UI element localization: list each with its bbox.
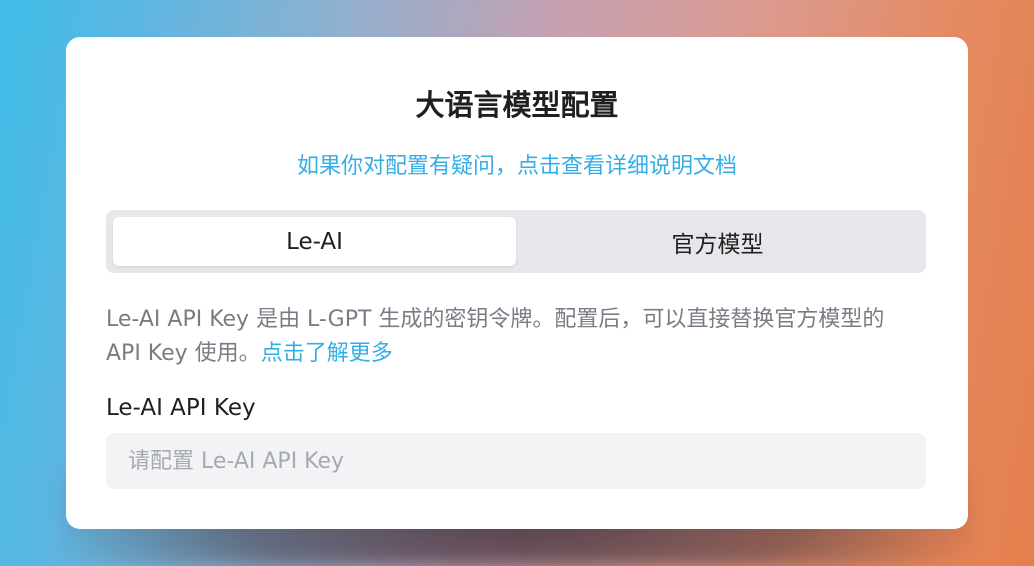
dialog-title: 大语言模型配置 <box>415 88 619 122</box>
tab-le-ai[interactable]: Le-AI <box>113 217 516 266</box>
provider-tabs: Le-AI 官方模型 <box>106 210 926 273</box>
tab-official-model[interactable]: 官方模型 <box>516 217 919 266</box>
llm-config-dialog: 大语言模型配置 如果你对配置有疑问，点击查看详细说明文档 Le-AI 官方模型 … <box>66 37 968 529</box>
api-key-label: Le-AI API Key <box>106 395 256 421</box>
api-key-input[interactable] <box>106 433 926 489</box>
help-docs-link[interactable]: 如果你对配置有疑问，点击查看详细说明文档 <box>66 151 968 183</box>
api-key-description: Le-AI API Key 是由 L-GPT 生成的密钥令牌。配置后，可以直接替… <box>106 303 926 371</box>
description-text: Le-AI API Key 是由 L-GPT 生成的密钥令牌。配置后，可以直接替… <box>106 307 885 366</box>
learn-more-link[interactable]: 点击了解更多 <box>261 341 393 366</box>
